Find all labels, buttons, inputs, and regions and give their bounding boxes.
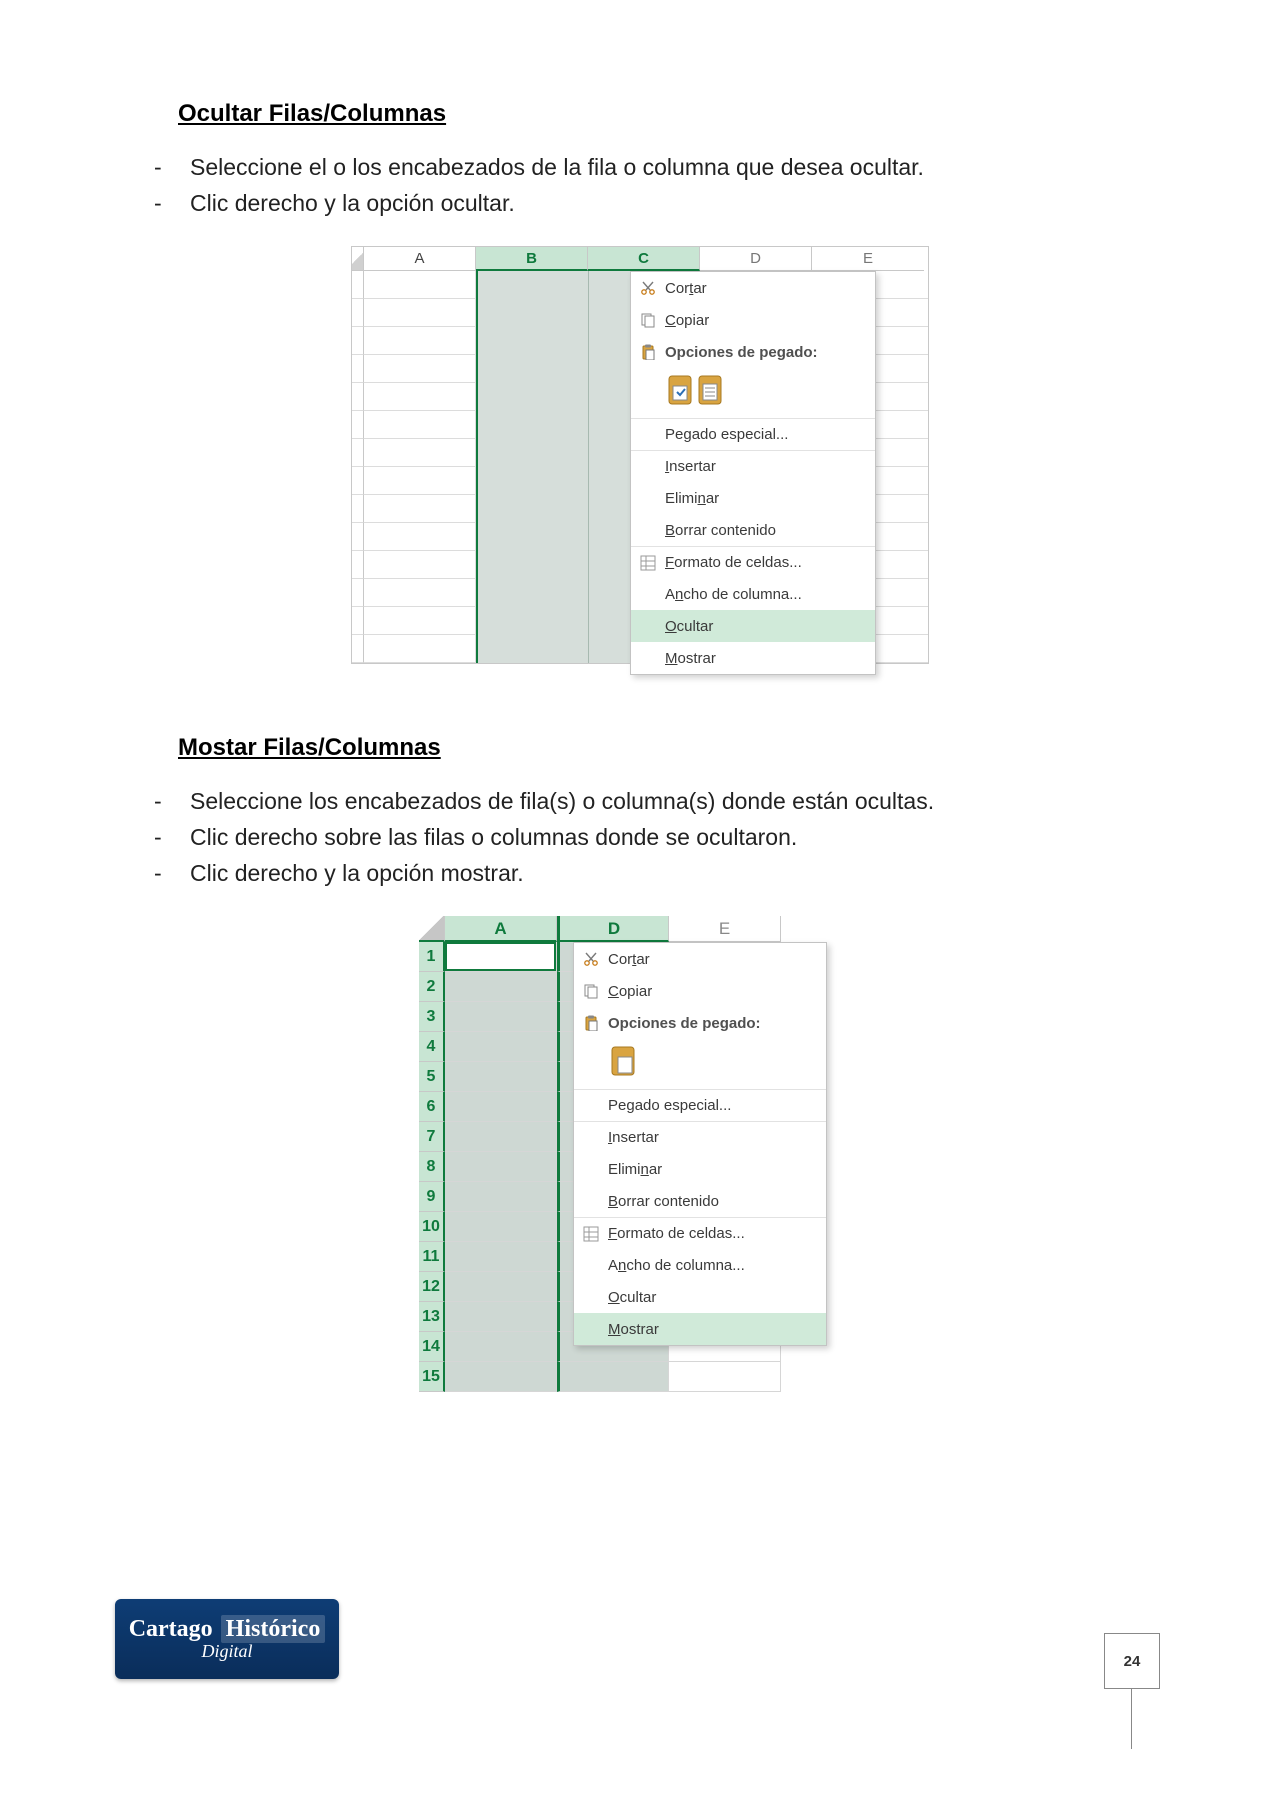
menu2-paste-special[interactable]: Pegado especial... <box>574 1089 826 1121</box>
brand-word2: Histórico <box>221 1615 326 1643</box>
row-header-10[interactable]: 10 <box>419 1212 445 1242</box>
scissors-icon <box>574 951 608 967</box>
format-cells-icon <box>631 555 665 571</box>
cell[interactable] <box>445 1032 557 1062</box>
row-header-3[interactable]: 3 <box>419 1002 445 1032</box>
menu-paste-special-label: Pegado especial... <box>665 426 788 443</box>
menu2-format[interactable]: Formato de celdas... <box>574 1217 826 1249</box>
section1-steps: Seleccione el o los encabezados de la fi… <box>150 150 1130 221</box>
paste-options-block-2 <box>574 1039 826 1089</box>
menu-width[interactable]: Ancho de columna... <box>631 578 875 610</box>
brand-logo: Cartago Histórico Digital <box>115 1599 339 1679</box>
menu-paste-options-label: Opciones de pegado: <box>665 344 818 361</box>
menu2-clear[interactable]: Borrar contenido <box>574 1185 826 1217</box>
row-header-14[interactable]: 14 <box>419 1332 445 1362</box>
cell[interactable] <box>445 1272 557 1302</box>
col-header-d[interactable]: D <box>700 247 812 271</box>
page-number: 24 <box>1104 1633 1160 1689</box>
section2-title: Mostar Filas/Columnas <box>178 734 1130 762</box>
section2-steps: Seleccione los encabezados de fila(s) o … <box>150 784 1130 891</box>
menu-insert[interactable]: Insertar <box>631 450 875 482</box>
brand-word3: Digital <box>201 1641 252 1662</box>
cell[interactable] <box>445 1242 557 1272</box>
cell[interactable] <box>445 1362 557 1392</box>
col-header-d-2[interactable]: D <box>557 916 669 942</box>
section1-step-1: Seleccione el o los encabezados de la fi… <box>150 150 1130 186</box>
cell[interactable] <box>445 942 557 972</box>
menu2-delete[interactable]: Eliminar <box>574 1153 826 1185</box>
menu-show[interactable]: Mostrar <box>631 642 875 674</box>
row-header-2[interactable]: 2 <box>419 972 445 1002</box>
format-cells-icon <box>574 1226 608 1242</box>
menu-clear[interactable]: Borrar contenido <box>631 514 875 546</box>
paste-icon <box>631 344 665 360</box>
figure-ocultar: A B C D E Cortar <box>351 246 929 664</box>
col-header-a-2[interactable]: A <box>445 916 557 942</box>
page-number-line <box>1131 1689 1132 1749</box>
row-header-9[interactable]: 9 <box>419 1182 445 1212</box>
selectall-corner[interactable] <box>352 247 364 271</box>
section2-step-2: Clic derecho sobre las filas o columnas … <box>150 820 1130 856</box>
col-header-e[interactable]: E <box>812 247 924 271</box>
cell[interactable] <box>445 1122 557 1152</box>
menu2-paste-options: Opciones de pegado: <box>574 1007 826 1039</box>
menu-cut-label: Cortar <box>665 280 707 297</box>
menu2-width[interactable]: Ancho de columna... <box>574 1249 826 1281</box>
menu-cut[interactable]: Cortar <box>631 272 875 304</box>
cell[interactable] <box>445 1302 557 1332</box>
paste-options-block <box>631 368 875 418</box>
context-menu-1: Cortar Copiar Opciones de pegado: <box>630 271 876 675</box>
row-header-8[interactable]: 8 <box>419 1152 445 1182</box>
selectall-corner-2[interactable] <box>419 916 445 942</box>
figure-mostrar: A D E 123456789101112131415 Cortar Copia… <box>419 916 861 1392</box>
menu-delete[interactable]: Eliminar <box>631 482 875 514</box>
cell[interactable] <box>445 1092 557 1122</box>
menu-paste-options: Opciones de pegado: <box>631 336 875 368</box>
row-header-7[interactable]: 7 <box>419 1122 445 1152</box>
col-header-a[interactable]: A <box>364 247 476 271</box>
context-menu-2: Cortar Copiar Opciones de pegado: <box>573 942 827 1346</box>
row-15: 15 <box>419 1362 861 1392</box>
cell[interactable] <box>445 1182 557 1212</box>
row-header-12[interactable]: 12 <box>419 1272 445 1302</box>
section2-step-1: Seleccione los encabezados de fila(s) o … <box>150 784 1130 820</box>
scissors-icon <box>631 280 665 296</box>
col-header-c[interactable]: C <box>588 247 700 271</box>
col-header-b[interactable]: B <box>476 247 588 271</box>
cell[interactable] <box>669 1362 781 1392</box>
cell[interactable] <box>557 1362 669 1392</box>
menu-format[interactable]: Formato de celdas... <box>631 546 875 578</box>
menu-hide[interactable]: Ocultar <box>631 610 875 642</box>
row-header-13[interactable]: 13 <box>419 1302 445 1332</box>
row-header-15[interactable]: 15 <box>419 1362 445 1392</box>
copy-icon <box>574 983 608 999</box>
menu2-hide[interactable]: Ocultar <box>574 1281 826 1313</box>
menu2-show[interactable]: Mostrar <box>574 1313 826 1345</box>
row-header-11[interactable]: 11 <box>419 1242 445 1272</box>
row-header-4[interactable]: 4 <box>419 1032 445 1062</box>
row-header-6[interactable]: 6 <box>419 1092 445 1122</box>
row-header-5[interactable]: 5 <box>419 1062 445 1092</box>
paste-icon <box>574 1015 608 1031</box>
cell[interactable] <box>445 1332 557 1362</box>
section1-title: Ocultar Filas/Columnas <box>178 100 1130 128</box>
menu-copy-label: opiar <box>676 312 709 329</box>
menu2-insert[interactable]: Insertar <box>574 1121 826 1153</box>
menu2-copy[interactable]: Copiar <box>574 975 826 1007</box>
cell[interactable] <box>445 1062 557 1092</box>
menu-paste-special[interactable]: Pegado especial... <box>631 418 875 450</box>
col-header-e-2[interactable]: E <box>669 916 781 942</box>
cell[interactable] <box>445 1152 557 1182</box>
section2-step-3: Clic derecho y la opción mostrar. <box>150 856 1130 892</box>
menu-copy[interactable]: Copiar <box>631 304 875 336</box>
cell[interactable] <box>445 1212 557 1242</box>
menu2-cut[interactable]: Cortar <box>574 943 826 975</box>
cell[interactable] <box>445 1002 557 1032</box>
brand-word1: Cartago <box>129 1616 213 1642</box>
cell[interactable] <box>445 972 557 1002</box>
row-header-1[interactable]: 1 <box>419 942 445 972</box>
section1-step-2: Clic derecho y la opción ocultar. <box>150 186 1130 222</box>
copy-icon <box>631 312 665 328</box>
